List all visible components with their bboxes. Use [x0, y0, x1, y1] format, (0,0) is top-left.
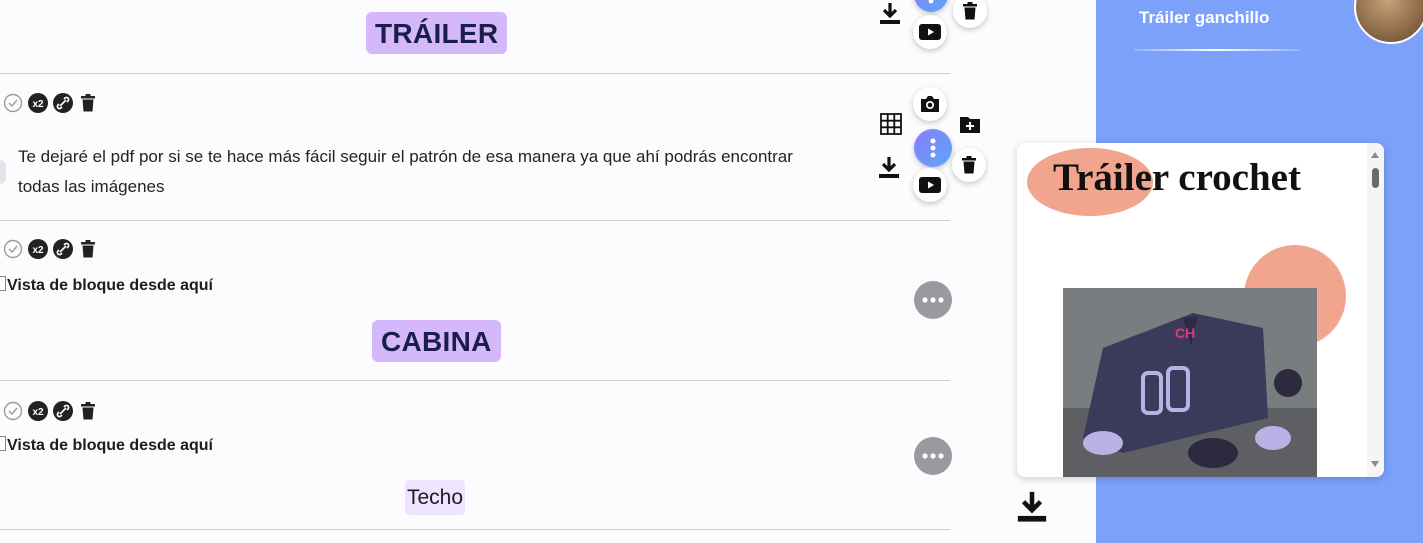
trash-icon[interactable] [953, 0, 987, 28]
download-icon[interactable] [1014, 488, 1050, 524]
grid-icon[interactable] [878, 111, 904, 137]
x2-icon[interactable]: x2 [28, 93, 48, 113]
more-horizontal-icon[interactable] [914, 281, 952, 319]
svg-text:x2: x2 [32, 99, 44, 110]
section-heading-trailer: TRÁILER [366, 12, 508, 54]
block-view-label[interactable]: Vista de bloque desde aquí [0, 276, 213, 295]
more-vertical-icon[interactable] [914, 129, 952, 167]
link-icon[interactable] [53, 93, 73, 113]
paragraph-text: Te dejaré el pdf por si se te hace más f… [18, 147, 793, 196]
sidebar-title[interactable]: Tráiler ganchillo [1139, 8, 1269, 28]
add-folder-icon[interactable] [957, 111, 983, 137]
link-icon[interactable] [53, 239, 73, 259]
divider [0, 529, 950, 530]
preview-title: Tráiler crochet [1053, 156, 1301, 199]
scrollbar[interactable] [1367, 143, 1384, 477]
divider [0, 73, 950, 74]
svg-text:x2: x2 [32, 245, 44, 256]
block-view-label[interactable]: Vista de bloque desde aquí [0, 436, 213, 455]
camera-icon[interactable] [913, 87, 947, 121]
trash-icon[interactable] [952, 148, 986, 182]
x2-icon[interactable]: x2 [28, 239, 48, 259]
svg-text:CH: CH [1175, 325, 1195, 341]
preview-photo: CH [1063, 288, 1317, 477]
block-toolbar: x2 [3, 401, 98, 421]
x2-icon[interactable]: x2 [28, 401, 48, 421]
trash-icon[interactable] [78, 239, 98, 259]
youtube-icon[interactable] [913, 168, 947, 202]
subheading-techo: Techo [405, 480, 466, 515]
divider [0, 380, 950, 381]
link-icon[interactable] [53, 401, 73, 421]
trash-icon[interactable] [78, 93, 98, 113]
more-horizontal-icon[interactable] [914, 437, 952, 475]
divider [0, 220, 950, 221]
scrollbar-thumb[interactable] [1372, 168, 1379, 188]
block-toolbar: x2 [3, 93, 98, 113]
download-icon[interactable] [877, 0, 903, 28]
more-vertical-icon[interactable] [914, 0, 948, 12]
youtube-icon[interactable] [913, 15, 947, 49]
check-circle-icon[interactable] [3, 239, 23, 259]
drag-handle[interactable] [0, 160, 6, 184]
check-circle-icon[interactable] [3, 93, 23, 113]
preview-card[interactable]: Tráiler crochet CH [1017, 143, 1384, 477]
section-heading-cabina: CABINA [372, 320, 501, 362]
trash-icon[interactable] [78, 401, 98, 421]
svg-text:x2: x2 [32, 407, 44, 418]
download-icon[interactable] [876, 153, 902, 181]
check-circle-icon[interactable] [3, 401, 23, 421]
block-toolbar: x2 [3, 239, 98, 259]
sidebar-underline [1134, 49, 1300, 51]
